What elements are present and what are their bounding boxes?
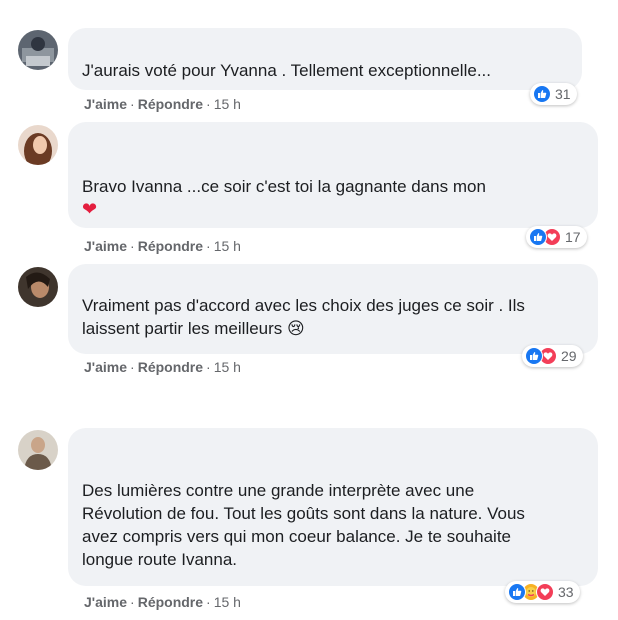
reaction-summary[interactable]: 29 <box>522 345 583 367</box>
reaction-count: 33 <box>558 584 574 600</box>
comment-text: Des lumières contre une grande interprèt… <box>82 481 525 569</box>
reaction-count: 29 <box>561 348 577 364</box>
comment-time[interactable]: 15 h <box>214 238 241 254</box>
comment-text: Bravo Ivanna ...ce soir c'est toi la gag… <box>82 177 486 196</box>
comment-bubble: Vraiment pas d'accord avec les choix des… <box>68 264 598 354</box>
comment-bubble: J'aurais voté pour Yvanna . Tellement ex… <box>68 28 582 90</box>
comment-bubble: Des lumières contre une grande interprèt… <box>68 428 598 586</box>
reaction-count: 31 <box>555 86 571 102</box>
reaction-summary[interactable]: 17 <box>526 226 587 248</box>
comment-actions: J'aime · Répondre · 15 h <box>84 359 241 375</box>
comment-time[interactable]: 15 h <box>214 359 241 375</box>
reply-link[interactable]: Répondre <box>138 238 203 254</box>
like-link[interactable]: J'aime <box>84 594 127 610</box>
comment-time[interactable]: 15 h <box>214 594 241 610</box>
reply-link[interactable]: Répondre <box>138 96 203 112</box>
comment-actions: J'aime · Répondre · 15 h <box>84 96 241 112</box>
comment-time[interactable]: 15 h <box>214 96 241 112</box>
reply-link[interactable]: Répondre <box>138 594 203 610</box>
like-link[interactable]: J'aime <box>84 238 127 254</box>
comment-text: Vraiment pas d'accord avec les choix des… <box>82 294 584 340</box>
comment-bubble: Bravo Ivanna ...ce soir c'est toi la gag… <box>68 122 598 228</box>
love-reaction-icon <box>536 583 554 601</box>
avatar[interactable] <box>18 125 58 165</box>
avatar[interactable] <box>18 30 58 70</box>
avatar[interactable] <box>18 430 58 470</box>
like-link[interactable]: J'aime <box>84 359 127 375</box>
comment-actions: J'aime · Répondre · 15 h <box>84 594 241 610</box>
like-reaction-icon <box>525 347 543 365</box>
crying-emoji: 😢 <box>287 319 305 338</box>
comment-actions: J'aime · Répondre · 15 h <box>84 238 241 254</box>
heart-emoji: ❤ <box>82 199 98 219</box>
reaction-count: 17 <box>565 229 581 245</box>
reaction-summary[interactable]: 33 <box>505 581 580 603</box>
like-reaction-icon <box>508 583 526 601</box>
like-reaction-icon <box>533 85 551 103</box>
comment-text: J'aurais voté pour Yvanna . Tellement ex… <box>82 61 491 80</box>
reply-link[interactable]: Répondre <box>138 359 203 375</box>
reaction-summary[interactable]: 31 <box>530 83 577 105</box>
like-link[interactable]: J'aime <box>84 96 127 112</box>
avatar[interactable] <box>18 267 58 307</box>
like-reaction-icon <box>529 228 547 246</box>
